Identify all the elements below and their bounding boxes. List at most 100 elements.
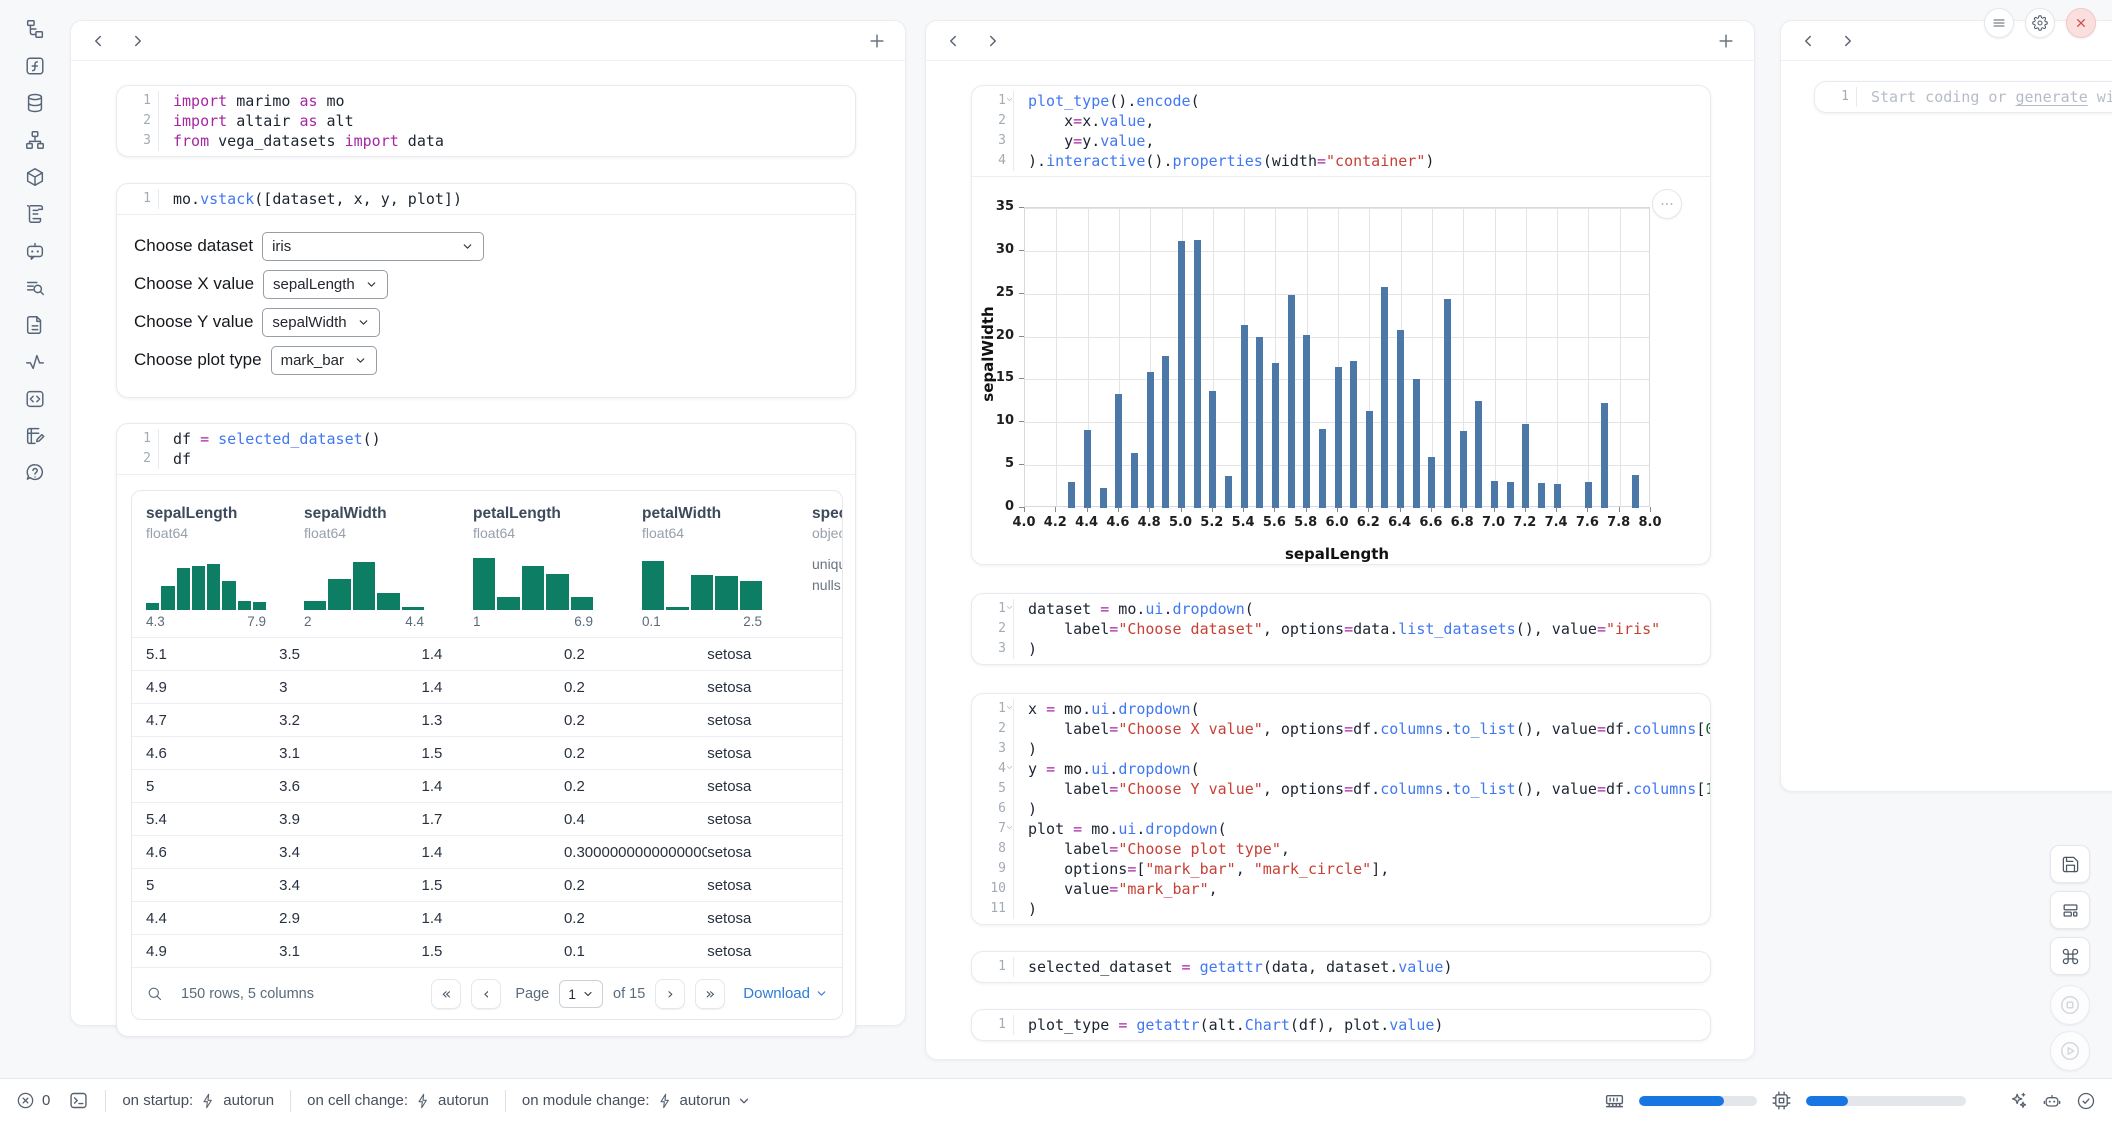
table-column-header[interactable]: petalLength float6416.9 [473,505,642,629]
scratchpad-icon[interactable] [24,425,46,447]
fold-chevron-icon[interactable] [1005,763,1014,772]
close-button[interactable] [2066,8,2096,38]
chevron-right-icon[interactable] [1839,32,1857,50]
gridline [1025,337,1649,338]
file-tree-icon[interactable] [24,18,46,40]
code-lines: dataset = mo.ui.dropdown( label="Choose … [1014,599,1710,659]
code-snippet-icon[interactable] [24,388,46,410]
chevron-right-icon[interactable] [984,32,1002,50]
chart-output[interactable]: 051015202530354.04.24.44.64.85.05.25.45.… [972,176,1710,564]
dependency-graph-icon[interactable] [24,129,46,151]
x-tick-label: 6.8 [1445,515,1479,530]
function-square-icon[interactable] [24,55,46,77]
code-line: Start coding or generate with [1871,87,2112,107]
control-row: Choose Y valuesepalWidth [134,307,837,337]
table-row: 4.931.40.2setosa [132,670,842,703]
bot-icon[interactable] [2042,1091,2062,1111]
code-editor[interactable]: 1234plot_type().encode( x=x.value, y=y.v… [972,86,1710,176]
prev-page-button[interactable]: ‹ [471,979,501,1009]
x-tick [1619,507,1620,512]
table-header-row: sepalLength float644.37.9sepalWidth floa… [132,491,842,637]
chart-bar [1538,483,1545,508]
table-cell: 3.6 [279,778,421,795]
chevron-left-icon[interactable] [89,32,107,50]
code-editor[interactable]: 12df = selected_dataset()df [117,424,855,474]
command-button[interactable] [2050,937,2090,975]
chart-options-button[interactable] [1652,189,1682,219]
fold-chevron-icon[interactable] [1005,95,1014,104]
next-page-button[interactable]: › [655,979,685,1009]
download-button[interactable]: Download [743,985,828,1002]
menu-button[interactable] [1984,8,2014,38]
x-tick [1431,507,1432,512]
chevron-right-icon[interactable] [129,32,147,50]
chart-bar [1115,394,1122,508]
y-tick-label: 10 [988,413,1014,428]
code-editor[interactable]: 1plot_type = getattr(alt.Chart(df), plot… [972,1010,1710,1040]
y-tick-label: 0 [988,499,1014,514]
code-editor[interactable]: 1selected_dataset = getattr(data, datase… [972,952,1710,982]
chevron-left-icon[interactable] [1799,32,1817,50]
code-line: x = mo.ui.dropdown( [1028,699,1711,719]
script-scroll-icon[interactable] [24,203,46,225]
table-cell: 3.5 [279,646,421,663]
package-icon[interactable] [24,166,46,188]
fold-chevron-icon[interactable] [1005,703,1014,712]
add-cell-icon[interactable] [867,31,887,51]
document-icon[interactable] [24,314,46,336]
chart-bar [1335,367,1342,508]
help-icon[interactable] [24,462,46,484]
list-search-icon[interactable] [24,277,46,299]
add-cell-icon[interactable] [1716,31,1736,51]
table-column-header[interactable]: sepalWidth float6424.4 [304,505,473,629]
dropdown-select[interactable]: sepalWidth [262,308,379,337]
autorun-setting[interactable]: on cell change: autorun [307,1092,489,1109]
page-select[interactable]: 1 [559,980,603,1008]
last-page-button[interactable]: » [695,979,725,1009]
line-number-gutter: 1234 [972,91,1014,171]
code-editor[interactable]: 123import marimo as moimport altair as a… [117,86,855,156]
histogram-bar [238,601,251,610]
chart-bar [1350,361,1357,508]
code-line: label="Choose plot type", [1028,839,1711,859]
line-number: 8 [972,839,1013,859]
terminal-icon[interactable] [68,1090,89,1111]
play-circle-button[interactable] [2050,1031,2090,1071]
code-editor[interactable]: 1234567891011x = mo.ui.dropdown( label="… [972,694,1710,924]
layout-grid-button[interactable] [2050,891,2090,929]
activity-icon[interactable] [24,351,46,373]
sparkles-icon[interactable] [2008,1091,2028,1111]
table-column-header[interactable]: species objectunique:nulls: [812,505,843,629]
column-name: sepalLength [146,505,304,525]
save-button[interactable] [2050,845,2090,883]
chevron-left-icon[interactable] [944,32,962,50]
table-column-header[interactable]: petalWidth float640.12.5 [642,505,812,629]
stop-circle-button[interactable] [2050,985,2090,1025]
x-tick-label: 5.2 [1195,515,1229,530]
fold-chevron-icon[interactable] [1005,823,1014,832]
autorun-setting[interactable]: on startup: autorun [122,1092,274,1109]
dropdown-select[interactable]: iris [262,232,484,261]
x-tick-label: 4.8 [1132,515,1166,530]
x-tick-label: 7.4 [1539,515,1573,530]
dropdown-value: sepalWidth [272,314,346,331]
code-editor[interactable]: 123dataset = mo.ui.dropdown( label="Choo… [972,594,1710,664]
first-page-button[interactable]: « [431,979,461,1009]
search-icon[interactable] [146,985,163,1002]
code-line: label="Choose dataset", options=data.lis… [1028,619,1710,639]
errors-indicator[interactable]: 0 [16,1091,50,1110]
fold-chevron-icon[interactable] [1005,603,1014,612]
database-icon[interactable] [24,92,46,114]
check-circle-icon[interactable] [2076,1091,2096,1111]
code-editor[interactable]: 1mo.vstack([dataset, x, y, plot]) [117,184,855,214]
code-lines: plot_type = getattr(alt.Chart(df), plot.… [1014,1015,1710,1035]
code-editor-placeholder[interactable]: 1Start coding or generate with [1815,82,2112,112]
chart-bar [1194,240,1201,508]
table-column-header[interactable]: sepalLength float644.37.9 [146,505,304,629]
column-dtype: float64 [473,525,642,545]
dropdown-select[interactable]: mark_bar [271,346,377,375]
chat-bot-icon[interactable] [24,240,46,262]
autorun-setting[interactable]: on module change: autorun [522,1092,751,1109]
dropdown-select[interactable]: sepalLength [263,270,388,299]
settings-gear-button[interactable] [2025,8,2055,38]
